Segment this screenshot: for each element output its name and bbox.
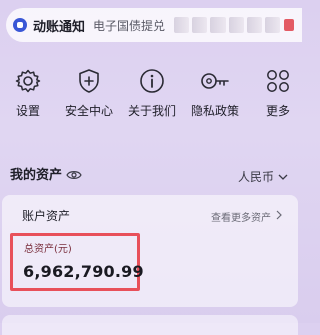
info-icon bbox=[117, 68, 187, 94]
menu-item-about[interactable]: 关于我们 bbox=[117, 68, 187, 138]
menu-item-security[interactable]: 安全中心 bbox=[54, 68, 124, 138]
chevron-right-icon bbox=[271, 210, 282, 223]
quick-menu: 设置 安全中心 关于我们 隐私政策 更多 bbox=[0, 68, 302, 138]
notification-app-icon bbox=[13, 18, 27, 32]
notification-title: 动账通知 bbox=[33, 19, 86, 35]
notification-blurred-content bbox=[174, 17, 281, 33]
view-more-assets-link[interactable]: 查看更多资产 bbox=[211, 209, 282, 224]
menu-label-security: 安全中心 bbox=[64, 104, 113, 118]
menu-item-more[interactable]: 更多 bbox=[243, 68, 313, 138]
currency-selector[interactable]: 人民币 bbox=[238, 168, 288, 185]
shield-icon bbox=[54, 68, 124, 94]
grid-icon bbox=[243, 68, 313, 94]
menu-item-privacy[interactable]: 隐私政策 bbox=[180, 68, 250, 138]
currency-label: 人民币 bbox=[237, 170, 274, 184]
eye-icon[interactable] bbox=[66, 166, 82, 185]
total-assets-value: 6,962,790.99 bbox=[23, 262, 144, 281]
assets-section-title: 我的资产 bbox=[10, 168, 63, 183]
card-title: 账户资产 bbox=[22, 209, 71, 223]
chevron-down-icon bbox=[274, 170, 288, 184]
view-more-assets-label: 查看更多资产 bbox=[211, 213, 271, 224]
total-assets-label: 总资产(元) bbox=[24, 244, 72, 255]
notification-banner[interactable]: 动账通知 电子国债提兑 bbox=[6, 8, 302, 42]
notification-badge bbox=[284, 19, 294, 31]
menu-label-about: 关于我们 bbox=[127, 104, 176, 118]
menu-label-more: 更多 bbox=[265, 104, 290, 118]
menu-label-privacy: 隐私政策 bbox=[190, 104, 239, 118]
notification-text: 电子国债提兑 bbox=[93, 18, 166, 33]
key-icon bbox=[180, 68, 250, 94]
next-card bbox=[2, 315, 298, 335]
